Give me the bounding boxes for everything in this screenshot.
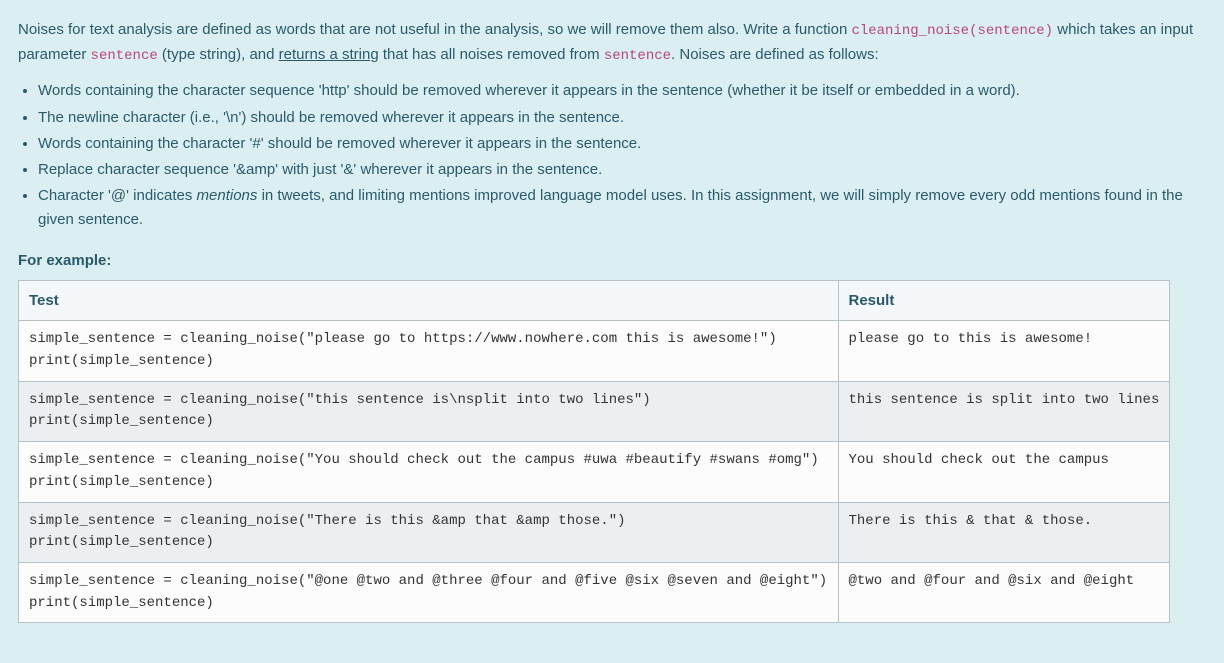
intro-paragraph: Noises for text analysis are defined as … [18, 18, 1206, 67]
cell-result: There is this & that & those. [838, 502, 1170, 562]
cell-test: simple_sentence = cleaning_noise("please… [19, 321, 839, 381]
rule-text: Character '@' indicates [38, 187, 197, 204]
intro-text: Noises for text analysis are defined as … [18, 21, 851, 38]
cell-test: simple_sentence = cleaning_noise("There … [19, 502, 839, 562]
col-header-test: Test [19, 281, 839, 321]
cell-test: simple_sentence = cleaning_noise("@one @… [19, 562, 839, 622]
table-row: simple_sentence = cleaning_noise("There … [19, 502, 1170, 562]
intro-text: . Noises are defined as follows: [671, 46, 879, 63]
fn-signature: cleaning_noise(sentence) [851, 23, 1053, 39]
intro-text: (type string), and [158, 46, 279, 63]
cell-result: @two and @four and @six and @eight [838, 562, 1170, 622]
param-name: sentence [604, 48, 671, 64]
table-row: simple_sentence = cleaning_noise("@one @… [19, 562, 1170, 622]
list-item: Words containing the character '#' shoul… [38, 132, 1206, 155]
list-item: The newline character (i.e., '\n') shoul… [38, 106, 1206, 129]
cell-test: simple_sentence = cleaning_noise("You sh… [19, 442, 839, 502]
cell-result: You should check out the campus [838, 442, 1170, 502]
list-item: Character '@' indicates mentions in twee… [38, 184, 1206, 231]
cell-result: please go to this is awesome! [838, 321, 1170, 381]
examples-table: Test Result simple_sentence = cleaning_n… [18, 280, 1170, 623]
col-header-result: Result [838, 281, 1170, 321]
param-name: sentence [91, 48, 158, 64]
cell-test: simple_sentence = cleaning_noise("this s… [19, 381, 839, 441]
rules-list: Words containing the character sequence … [18, 79, 1206, 231]
intro-text: that has all noises removed from [379, 46, 604, 63]
list-item: Words containing the character sequence … [38, 79, 1206, 102]
table-row: simple_sentence = cleaning_noise("please… [19, 321, 1170, 381]
table-row: simple_sentence = cleaning_noise("You sh… [19, 442, 1170, 502]
mentions-emphasis: mentions [197, 187, 258, 204]
list-item: Replace character sequence '&amp' with j… [38, 158, 1206, 181]
table-row: simple_sentence = cleaning_noise("this s… [19, 381, 1170, 441]
for-example-heading: For example: [18, 249, 1206, 272]
cell-result: this sentence is split into two lines [838, 381, 1170, 441]
returns-link[interactable]: returns a string [279, 46, 379, 63]
